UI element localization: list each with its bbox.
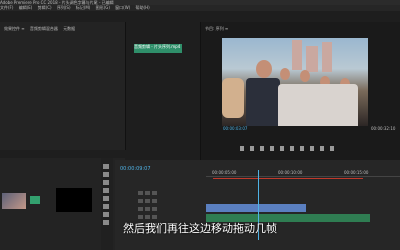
menu-help[interactable]: 帮助(H) [136,5,150,10]
track-header-row [138,204,198,219]
program-video-frame [222,38,368,126]
tab-metadata[interactable]: 元数据 [63,26,75,31]
ripple-edit-icon[interactable] [103,180,109,185]
go-to-in-icon[interactable] [260,146,264,151]
person-face [300,70,310,82]
timeline-ruler[interactable]: 00:00:05:00 00:00:10:00 00:00:15:00 [206,170,400,177]
menu-marker[interactable]: 标记(M) [76,5,91,10]
building [306,46,318,72]
black-video-thumbnail[interactable] [56,188,92,212]
export-frame-icon[interactable] [330,146,334,151]
menu-graphics[interactable]: 图形(G) [96,5,110,10]
person-body [246,78,280,126]
tab-effect-controls[interactable]: 效果控件 ≡ [4,26,25,31]
video-clip[interactable] [206,204,306,212]
program-timecode-left: 00:00:03:07 [223,126,248,131]
effect-controls-panel [0,22,126,150]
ruler-label: 00:00:10:00 [278,170,303,175]
step-back-icon[interactable] [270,146,274,151]
hand-tool-icon[interactable] [103,212,109,217]
project-thumbnail[interactable] [2,193,26,209]
track-header-row [138,188,198,203]
person-face [280,68,290,80]
timeline-timecode[interactable]: 00:00:09:07 [120,166,151,172]
group-body [278,84,358,126]
track-header-row [138,212,198,227]
razor-tool-icon[interactable] [103,188,109,193]
transport-controls [240,146,380,154]
menu-window[interactable]: 窗口(W) [115,5,130,10]
menu-edit[interactable]: 编辑(E) [19,5,33,10]
step-forward-icon[interactable] [290,146,294,151]
program-tab[interactable]: 节目: 序列 ≡ [205,26,228,31]
go-to-out-icon[interactable] [300,146,304,151]
track-header-row [138,196,198,211]
menu-bar: 文件(F) 编辑(E) 剪辑(C) 序列(S) 标记(M) 图形(G) 窗口(W… [0,5,400,11]
track-select-icon[interactable] [103,172,109,177]
building [322,42,332,72]
mark-in-icon[interactable] [240,146,244,151]
play-icon[interactable] [280,146,284,151]
hand [222,78,244,118]
render-bar [213,178,363,179]
insert-icon[interactable] [310,146,314,151]
effects-tab-bar: 效果控件 ≡ 音频剪辑混合器 元数据 [0,26,125,33]
video-subtitle: 然后我们再往这边移动拖动几帧 [123,222,277,235]
effect-clip-label: 音频剪辑 - 片头序列.mp4 [134,44,181,49]
program-timecode-right: 00:00:32:10 [371,126,396,131]
overwrite-icon[interactable] [320,146,324,151]
ruler-label: 00:00:15:00 [344,170,369,175]
building [292,40,302,70]
menu-clip[interactable]: 剪辑(C) [38,5,52,10]
slip-tool-icon[interactable] [103,196,109,201]
pen-tool-icon[interactable] [103,204,109,209]
person-face [256,60,272,78]
ruler-label: 00:00:05:00 [212,170,237,175]
menu-file[interactable]: 文件(F) [0,5,13,10]
track-header-row [138,180,198,195]
effect-clip-bar[interactable]: 音频剪辑 - 片头序列.mp4 [134,44,182,53]
selection-tool-icon[interactable] [103,164,109,169]
audio-thumbnail[interactable] [30,196,40,204]
mark-out-icon[interactable] [250,146,254,151]
tab-audio-mixer[interactable]: 音频剪辑混合器 [30,26,58,31]
menu-sequence[interactable]: 序列(S) [57,5,71,10]
